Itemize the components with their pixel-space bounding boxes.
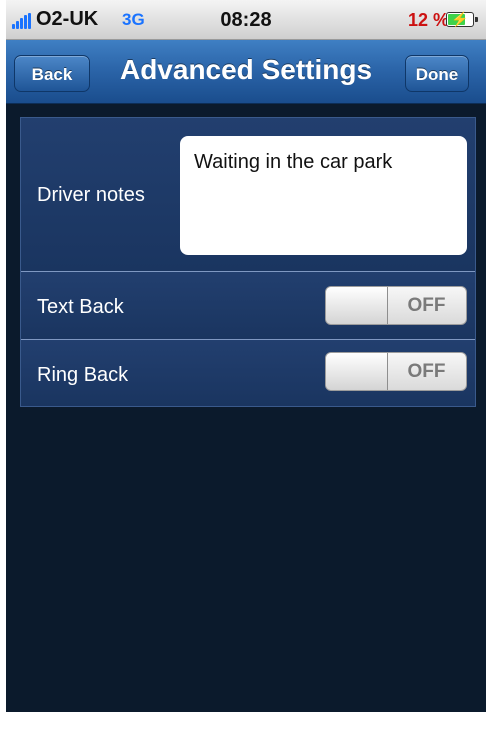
toggle-state-label: OFF	[407, 295, 446, 316]
phone-screen: O2-UK 3G 08:28 12 % ⚡ Advanced Settings …	[6, 0, 486, 729]
text-back-label: Text Back	[37, 296, 124, 318]
driver-notes-field[interactable]: Waiting in the car park	[180, 136, 467, 255]
ring-back-row: Ring Back OFF	[21, 339, 475, 406]
text-back-toggle[interactable]: OFF	[325, 286, 467, 325]
bolt-icon: ⚡	[451, 11, 469, 27]
bottom-edge	[6, 712, 486, 729]
driver-notes-label: Driver notes	[37, 184, 145, 206]
ring-back-toggle[interactable]: OFF	[325, 352, 467, 391]
toggle-knob	[326, 353, 388, 390]
status-bar: O2-UK 3G 08:28 12 % ⚡	[6, 0, 486, 40]
settings-group: Driver notes Waiting in the car park Tex…	[20, 117, 476, 407]
driver-notes-row: Driver notes Waiting in the car park	[21, 118, 475, 271]
text-back-row: Text Back OFF	[21, 271, 475, 339]
battery-icon: ⚡	[446, 11, 478, 27]
done-button[interactable]: Done	[405, 55, 469, 92]
navigation-bar: Advanced Settings Back Done	[6, 40, 486, 104]
back-button[interactable]: Back	[14, 55, 90, 92]
toggle-state-label: OFF	[407, 361, 446, 382]
ring-back-label: Ring Back	[37, 364, 129, 386]
toggle-knob	[326, 287, 388, 324]
battery-percentage: 12 %	[408, 10, 450, 30]
